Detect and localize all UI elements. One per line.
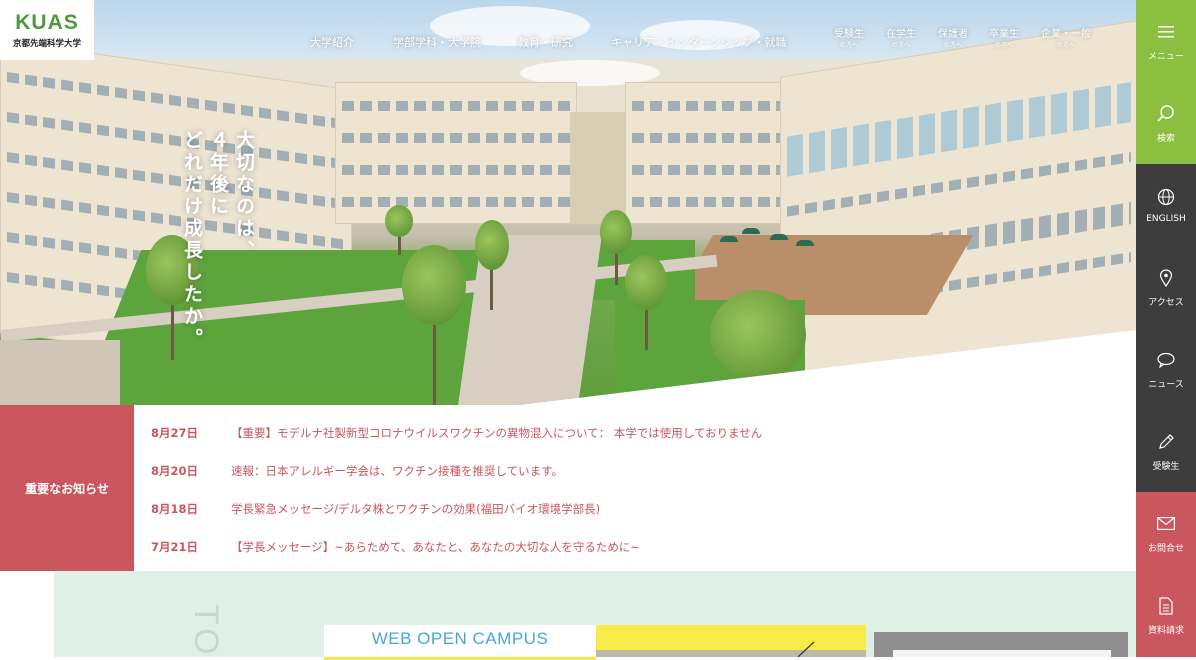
- gray-banner-image: [893, 650, 1111, 657]
- sidebar-label: 資料請求: [1147, 626, 1184, 636]
- nav-audience-sub: の方へ: [943, 42, 962, 49]
- document-icon: [1159, 595, 1173, 617]
- sidebar-label: ニュース: [1148, 379, 1184, 390]
- chat-icon: [1157, 349, 1175, 371]
- nav-audience-label: 保護者: [938, 29, 968, 40]
- english-button[interactable]: ENGLISH: [1136, 164, 1196, 247]
- sidebar-label: 受験生: [1152, 461, 1180, 472]
- nav-faculties[interactable]: 学部学科・大学院: [393, 34, 481, 50]
- nav-career[interactable]: キャリア・インターンシップ・就職: [611, 34, 786, 50]
- news-title: 速報：日本アレルギー学会は、ワクチン接種を推奨しています。: [231, 464, 564, 478]
- news-item[interactable]: 7月21日 【学長メッセージ】~あらためて、あなたと、あなたの大切な人を守るため…: [151, 537, 640, 557]
- news-date: 7月21日: [151, 540, 199, 554]
- nav-audience-sub: の方へ: [891, 42, 910, 49]
- search-icon: [1157, 103, 1175, 125]
- news-title: 【学長メッセージ】~あらためて、あなたと、あなたの大切な人を守るために~: [231, 540, 641, 554]
- globe-icon: [1157, 186, 1175, 208]
- news-heading: 重要なお知らせ: [0, 405, 134, 571]
- menu-button[interactable]: メニュー: [1136, 0, 1196, 83]
- menu-icon: [1158, 21, 1174, 43]
- nav-audience-label: 受験生: [834, 29, 864, 40]
- mail-icon: [1157, 513, 1175, 535]
- university-logo[interactable]: KUAS 京都先端科学大学: [0, 0, 94, 60]
- contact-button[interactable]: お問合せ: [1136, 492, 1196, 575]
- news-button[interactable]: ニュース: [1136, 328, 1196, 411]
- hero-catch-line-3: どれだけ成長したか。: [181, 130, 203, 350]
- web-open-campus-banner[interactable]: WEB OPEN CAMPUS: [324, 625, 596, 660]
- hero-image: [0, 0, 1136, 405]
- nav-audience-sub: の方へ: [994, 42, 1013, 49]
- news-date: 8月27日: [151, 426, 199, 440]
- news-title: 【重要】モデルナ社製新型コロナウイルスワクチンの異物混入について： 本学では使用…: [231, 426, 763, 440]
- news-item[interactable]: 8月18日 学長緊急メッセージ/デルタ株とワクチンの効果(福田バイオ環境学部長): [151, 499, 600, 519]
- nav-audience-label: 卒業生: [989, 29, 1019, 40]
- news-date: 8月20日: [151, 464, 199, 478]
- search-button[interactable]: 検索: [1136, 82, 1196, 165]
- news-item[interactable]: 8月20日 速報：日本アレルギー学会は、ワクチン接種を推奨しています。: [151, 461, 563, 481]
- logo-mark: KUAS: [15, 10, 79, 34]
- hero-edge-shape: [520, 330, 1136, 405]
- news-item[interactable]: 8月27日 【重要】モデルナ社製新型コロナウイルスワクチンの異物混入について： …: [151, 423, 762, 443]
- section-vertical-text: TO: [187, 604, 225, 659]
- banner-line-decor: [797, 641, 815, 657]
- sidebar-label: ENGLISH: [1146, 214, 1186, 224]
- yellow-banner-image: [596, 650, 866, 657]
- hero-catch-line-2: ４年後に: [207, 130, 229, 218]
- nav-current-students[interactable]: 在学生 の方へ: [886, 29, 916, 50]
- prospective-students-button[interactable]: 受験生: [1136, 410, 1196, 493]
- request-materials-button[interactable]: 資料請求: [1136, 574, 1196, 657]
- nav-audience-sub: の方へ: [1056, 42, 1075, 49]
- map-pin-icon: [1159, 267, 1173, 289]
- news-title: 学長緊急メッセージ/デルタ株とワクチンの効果(福田バイオ環境学部長): [231, 502, 601, 516]
- nav-audience-sub: の方へ: [839, 42, 858, 49]
- pencil-icon: [1158, 431, 1174, 453]
- nav-audience-label: 在学生: [886, 29, 916, 40]
- sidebar-label: 検索: [1156, 133, 1175, 144]
- sidebar-label: メニュー: [1147, 51, 1184, 62]
- bottom-margin: [0, 571, 54, 657]
- nav-audience-label: 企業・一般: [1041, 29, 1091, 40]
- sidebar-label: アクセス: [1148, 297, 1184, 308]
- sidebar-label: お問合せ: [1147, 543, 1184, 554]
- nav-about[interactable]: 大学紹介: [310, 34, 354, 50]
- hero-catch-line-1: 大切なのは、: [233, 130, 255, 262]
- nav-prospective-students[interactable]: 受験生 の方へ: [834, 29, 864, 50]
- nav-parents[interactable]: 保護者 の方へ: [938, 29, 968, 50]
- nav-business-public[interactable]: 企業・一般 の方へ: [1041, 29, 1091, 50]
- web-open-campus-title: WEB OPEN CAMPUS: [371, 629, 549, 648]
- access-button[interactable]: アクセス: [1136, 246, 1196, 329]
- nav-alumni[interactable]: 卒業生 の方へ: [989, 29, 1019, 50]
- nav-education-research[interactable]: 教育・研究: [518, 34, 573, 50]
- news-date: 8月18日: [151, 502, 199, 516]
